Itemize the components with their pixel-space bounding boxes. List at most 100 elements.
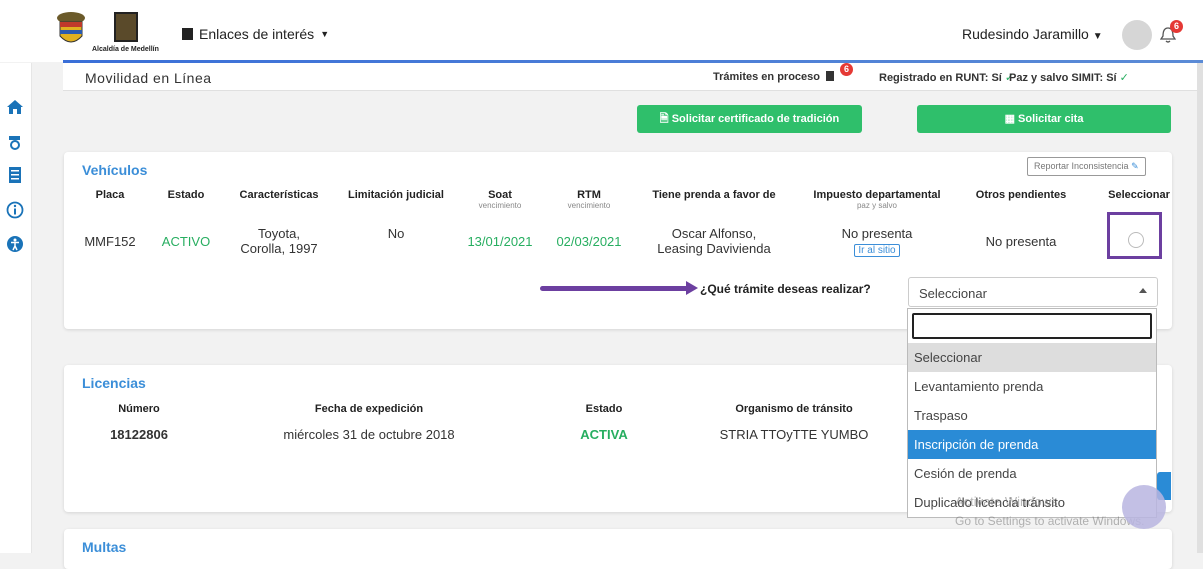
info-icon[interactable] bbox=[6, 201, 24, 219]
cita-button[interactable]: ▦ Solicitar cita bbox=[917, 105, 1171, 133]
multas-card: Multas bbox=[64, 529, 1172, 569]
cell-rtm: 02/03/2021 bbox=[556, 234, 622, 249]
caracteristicas-line1: Toyota, bbox=[258, 226, 300, 241]
top-navbar: Alcaldía de Medellín Enlaces de interés … bbox=[0, 0, 1203, 63]
impuesto-header: Impuesto departamental bbox=[813, 189, 941, 201]
col-rtm: RTM vencimiento bbox=[554, 189, 624, 210]
tramite-select[interactable]: Seleccionar bbox=[908, 277, 1158, 307]
pencil-icon: ✎ bbox=[1131, 161, 1139, 171]
home-icon[interactable] bbox=[6, 98, 24, 116]
cell-numero: 18122806 bbox=[110, 427, 168, 442]
col-limitacion: Limitación judicial bbox=[348, 189, 444, 201]
user-menu[interactable]: Rudesindo Jaramillo ▼ bbox=[962, 26, 1103, 42]
windows-watermark-line1: Activate Windows bbox=[955, 494, 1058, 509]
tramites-badge: 6 bbox=[840, 63, 853, 76]
cell-estado: ACTIVO bbox=[161, 234, 211, 249]
status-bar: Movilidad en Línea Trámites en proceso 6… bbox=[63, 63, 1203, 91]
soat-sub: vencimiento bbox=[478, 201, 522, 210]
certificado-label: Solicitar certificado de tradición bbox=[671, 113, 840, 125]
dropdown-search-input[interactable] bbox=[912, 313, 1152, 339]
arrow-annotation bbox=[540, 286, 690, 291]
cell-placa: MMF152 bbox=[84, 234, 136, 249]
col-otros: Otros pendientes bbox=[975, 189, 1067, 201]
rtm-sub: vencimiento bbox=[567, 201, 611, 210]
cell-soat: 13/01/2021 bbox=[467, 234, 533, 249]
cell-impuesto: No presenta Ir al sitio bbox=[802, 226, 952, 257]
rtm-header: RTM bbox=[577, 189, 601, 201]
chat-bubble-button[interactable] bbox=[1122, 485, 1166, 529]
prenda-line1: Oscar Alfonso, bbox=[671, 226, 757, 241]
select-vehicle-radio[interactable] bbox=[1128, 232, 1144, 248]
vehicle-icon[interactable] bbox=[6, 133, 24, 151]
vehiculos-card: Vehículos Reportar Inconsistencia ✎ Plac… bbox=[64, 152, 1172, 329]
windows-watermark-line2: Go to Settings to activate Windows. bbox=[955, 514, 1145, 528]
col-soat: Soat vencimiento bbox=[465, 189, 535, 210]
caracteristicas-line2: Corolla, 1997 bbox=[240, 241, 318, 256]
document-icon bbox=[826, 71, 835, 81]
cell-estado-lic: ACTIVA bbox=[580, 427, 628, 442]
simit-status: Paz y salvo SIMIT: Sí ✓ bbox=[1009, 71, 1129, 84]
runt-status: Registrado en RUNT: Sí ✓ bbox=[879, 71, 1014, 84]
cell-organismo: STRIA TTOyTTE YUMBO bbox=[719, 427, 869, 442]
logo[interactable]: Alcaldía de Medellín bbox=[52, 10, 162, 58]
option-inscripcion-prenda[interactable]: Inscripción de prenda bbox=[908, 430, 1156, 459]
col-seleccionar: Seleccionar bbox=[1108, 189, 1170, 201]
col-numero: Número bbox=[118, 403, 160, 415]
col-caracteristicas: Características bbox=[239, 189, 319, 201]
caret-down-icon: ▼ bbox=[1092, 31, 1103, 42]
cell-fecha: miércoles 31 de octubre 2018 bbox=[283, 427, 455, 442]
medellin-logo-icon bbox=[114, 12, 138, 42]
col-estado: Estado bbox=[167, 189, 205, 201]
links-dropdown[interactable]: Enlaces de interés ▼ bbox=[182, 26, 329, 42]
option-cesion-prenda[interactable]: Cesión de prenda bbox=[908, 459, 1156, 488]
licencias-title: Licencias bbox=[82, 375, 146, 391]
scrollbar[interactable] bbox=[1197, 63, 1203, 553]
impuesto-sub: paz y salvo bbox=[856, 201, 898, 210]
option-seleccionar[interactable]: Seleccionar bbox=[908, 343, 1156, 372]
check-icon: ✓ bbox=[1119, 72, 1129, 84]
section-title: Movilidad en Línea bbox=[85, 70, 212, 86]
col-placa: Placa bbox=[95, 189, 125, 201]
document-icon[interactable] bbox=[6, 166, 24, 184]
report-inconsistency-button[interactable]: Reportar Inconsistencia ✎ bbox=[1027, 157, 1146, 176]
certificado-button[interactable]: 🗎 Solicitar certificado de tradición bbox=[637, 105, 862, 133]
building-icon bbox=[182, 28, 193, 40]
sidebar bbox=[0, 63, 32, 553]
col-impuesto: Impuesto departamental paz y salvo bbox=[802, 189, 952, 210]
cell-caracteristicas: Toyota, Corolla, 1997 bbox=[229, 226, 329, 256]
document-icon: 🗎 bbox=[659, 113, 672, 125]
caret-up-icon bbox=[1139, 288, 1147, 293]
simit-label: Paz y salvo SIMIT: Sí bbox=[1009, 72, 1117, 84]
tramites-label: Trámites en proceso bbox=[713, 71, 820, 83]
col-estado-lic: Estado bbox=[585, 403, 623, 415]
links-label: Enlaces de interés bbox=[199, 26, 315, 42]
tramite-dropdown-menu: Seleccionar Levantamiento prenda Traspas… bbox=[907, 308, 1157, 518]
user-name: Rudesindo Jaramillo bbox=[962, 26, 1089, 42]
vehiculos-title: Vehículos bbox=[82, 162, 148, 178]
impuesto-value: No presenta bbox=[841, 226, 913, 241]
accessibility-icon[interactable] bbox=[6, 235, 24, 253]
tramites-en-proceso[interactable]: Trámites en proceso bbox=[713, 71, 835, 83]
cell-otros: No presenta bbox=[985, 234, 1057, 249]
coat-of-arms-icon bbox=[57, 12, 85, 43]
runt-label: Registrado en RUNT: Sí bbox=[879, 72, 1002, 84]
option-levantamiento-prenda[interactable]: Levantamiento prenda bbox=[908, 372, 1156, 401]
notifications-badge: 6 bbox=[1170, 20, 1183, 33]
avatar[interactable] bbox=[1122, 20, 1152, 50]
arrow-head bbox=[686, 281, 698, 295]
logo-text: Alcaldía de Medellín bbox=[92, 46, 159, 53]
cell-prenda: Oscar Alfonso, Leasing Davivienda bbox=[644, 226, 784, 256]
ir-al-sitio-link[interactable]: Ir al sitio bbox=[854, 244, 900, 257]
caret-down-icon: ▼ bbox=[320, 29, 330, 39]
question-label: ¿Qué trámite deseas realizar? bbox=[700, 282, 871, 296]
cita-label: Solicitar cita bbox=[1018, 113, 1084, 125]
col-prenda: Tiene prenda a favor de bbox=[652, 189, 776, 201]
col-organismo: Organismo de tránsito bbox=[735, 403, 853, 415]
prenda-line2: Leasing Davivienda bbox=[657, 241, 771, 256]
col-fecha: Fecha de expedición bbox=[314, 403, 424, 415]
report-label: Reportar Inconsistencia bbox=[1034, 161, 1129, 171]
option-traspaso[interactable]: Traspaso bbox=[908, 401, 1156, 430]
cell-limitacion: No bbox=[387, 226, 405, 241]
soat-header: Soat bbox=[488, 189, 512, 201]
select-value: Seleccionar bbox=[919, 286, 987, 301]
